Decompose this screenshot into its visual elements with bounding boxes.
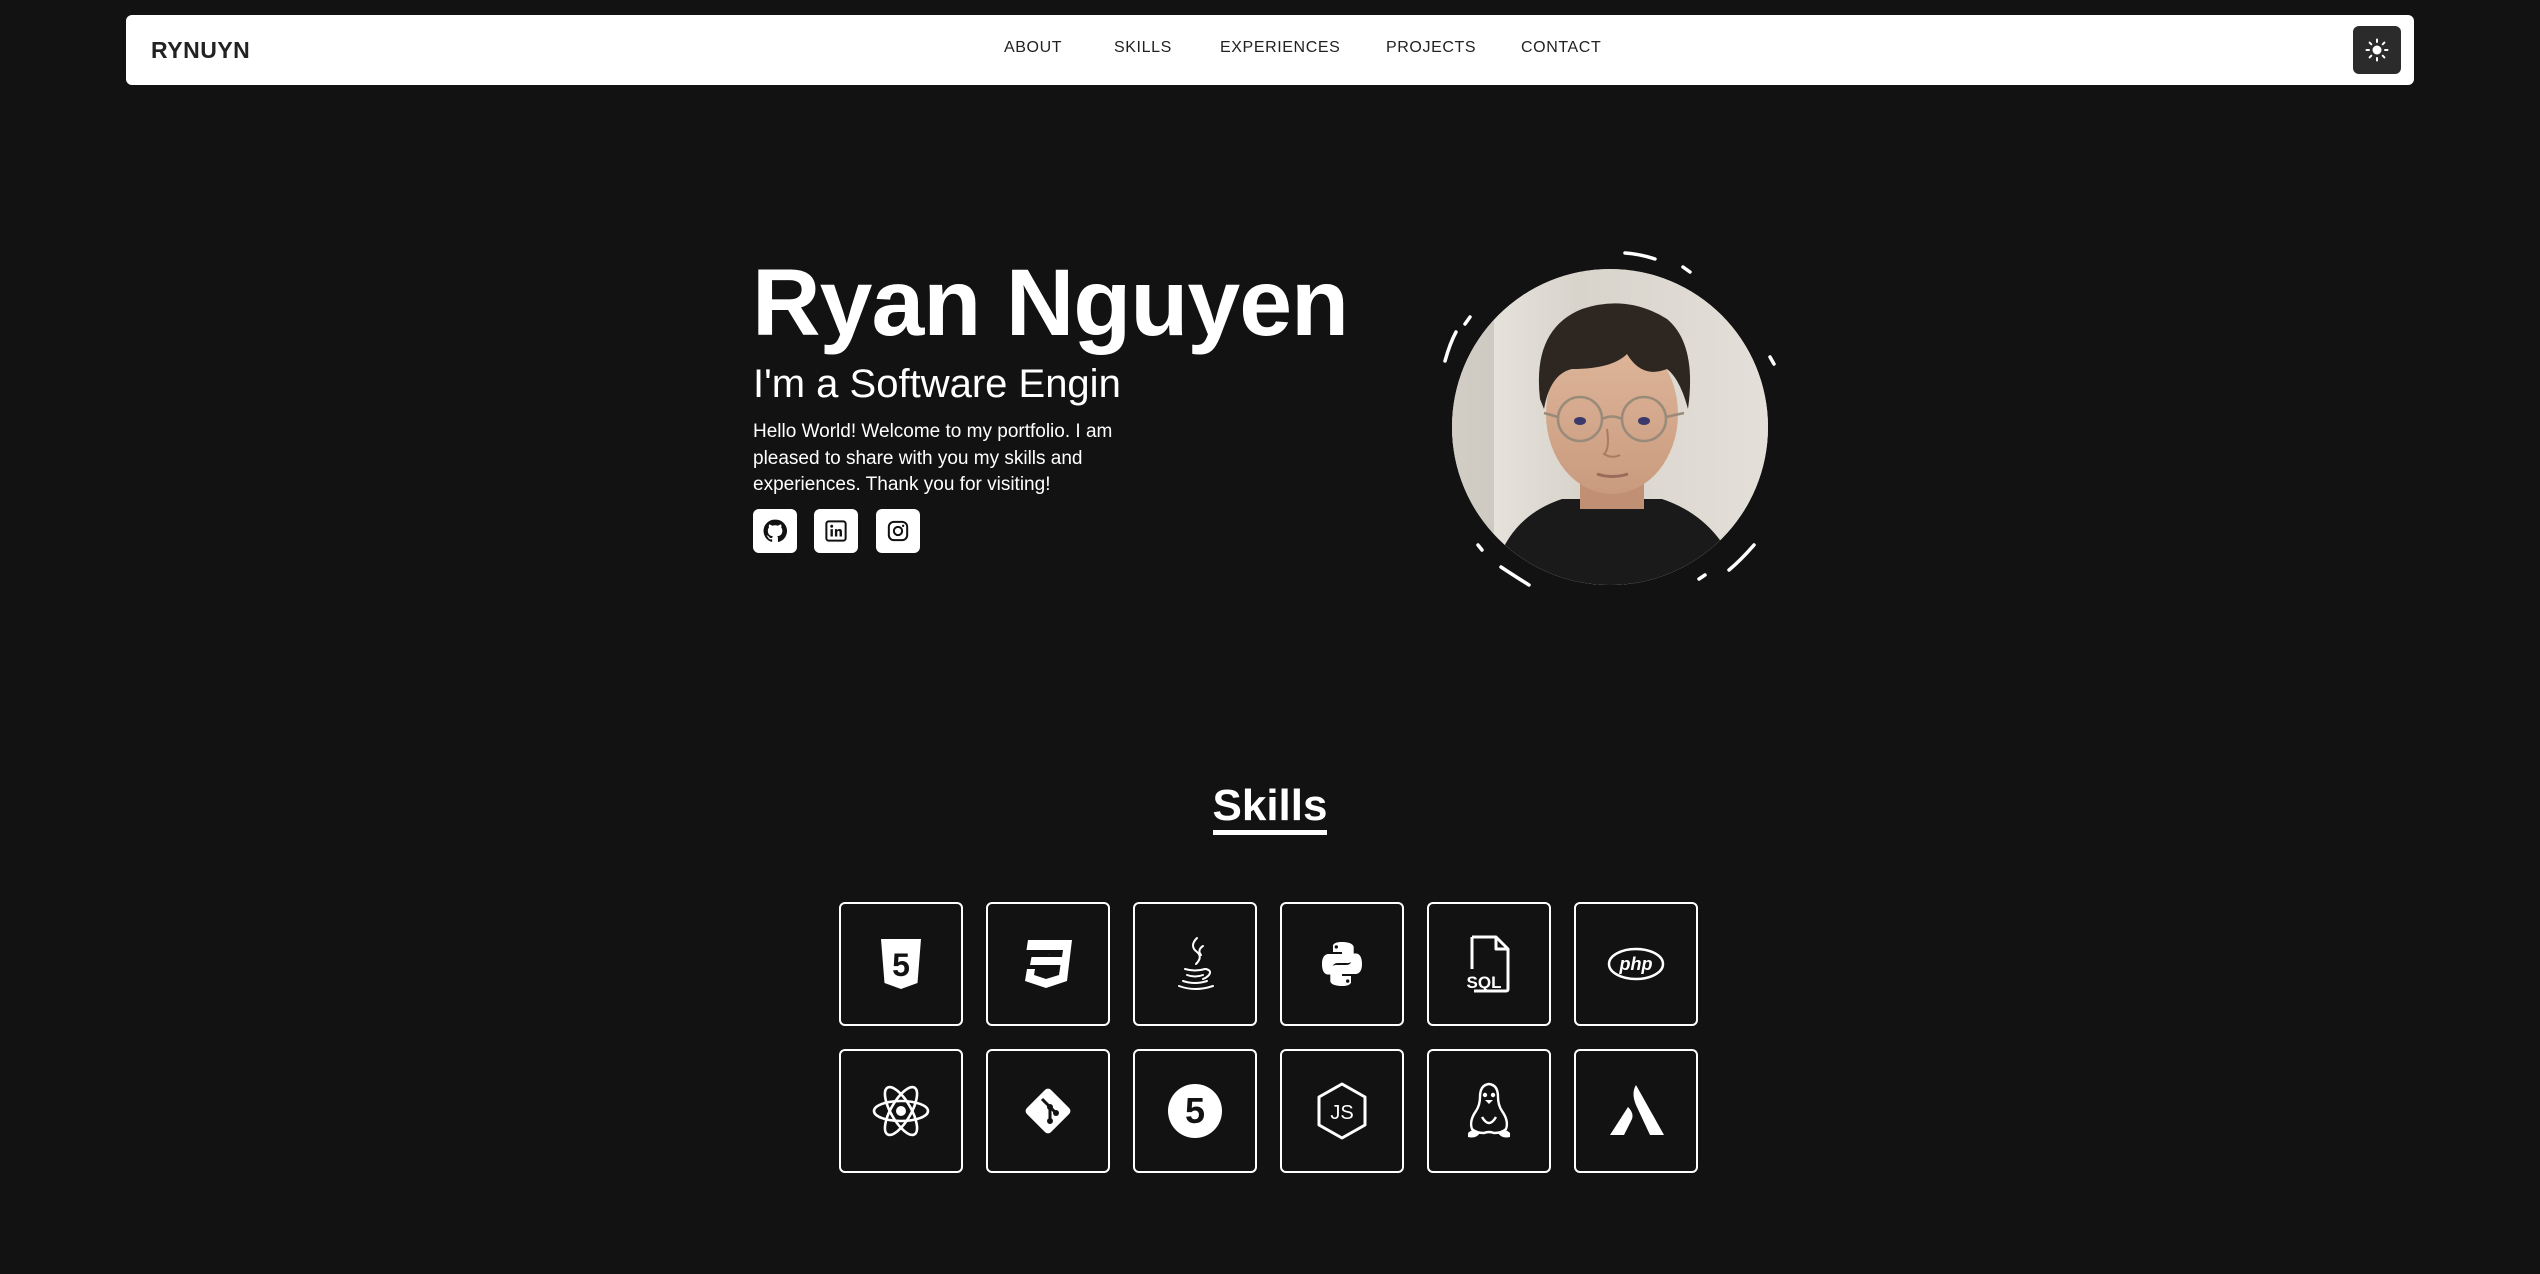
avatar [1452,269,1768,585]
css3-glyph: 3 [1049,954,1050,956]
skill-tile-java [1133,902,1257,1026]
skill-tile-git [986,1049,1110,1173]
php-label: php [1619,954,1653,974]
nav-link-contact[interactable]: CONTACT [1521,15,1601,85]
sun-icon [2365,38,2389,62]
linkedin-icon [825,520,847,542]
skills-heading-text: Skills [1212,781,1328,835]
github-icon [763,519,788,542]
atlassian-icon [1610,1085,1664,1135]
hero-intro: Hello World! Welcome to my portfolio. I … [753,421,1113,495]
avatar-container [1425,245,1785,595]
nav-links: ABOUT SKILLS EXPERIENCES PROJECTS CONTAC… [126,15,2414,85]
html5-icon: 5 [881,939,921,989]
skill-tile-atlassian [1574,1049,1698,1173]
skill-tile-react [839,1049,963,1173]
skill-tile-css3: 3 [986,902,1110,1026]
nuxt-five-icon: 5 [1168,1084,1222,1138]
linkedin-link[interactable] [814,509,858,553]
css3-icon: 3 [1025,940,1072,988]
instagram-icon [887,520,909,542]
sql-icon: SQL [1467,935,1510,993]
html5-glyph: 5 [892,947,910,983]
five-glyph: 5 [1185,1090,1205,1131]
theme-toggle-button[interactable] [2353,26,2401,74]
profile-photo [1452,269,1768,585]
skill-tile-sql: SQL [1427,902,1551,1026]
hero-name: Ryan Nguyen [752,250,1349,356]
sql-label: SQL [1467,973,1502,992]
nav-link-about[interactable]: ABOUT [1004,15,1062,85]
nav-link-experiences[interactable]: EXPERIENCES [1220,15,1340,85]
instagram-link[interactable] [876,509,920,553]
skill-tile-html5: 5 [839,902,963,1026]
skill-tile-linux [1427,1049,1551,1173]
git-icon [1025,1088,1071,1134]
github-link[interactable] [753,509,797,553]
skill-tile-five: 5 [1133,1049,1257,1173]
nodejs-label: JS [1330,1102,1353,1124]
navbar: RYNUYN ABOUT SKILLS EXPERIENCES PROJECTS… [126,15,2414,85]
skills-heading: Skills [0,776,2540,836]
skill-tile-nodejs: JS [1280,1049,1404,1173]
php-icon: php [1607,947,1665,981]
skills-grid: 5 3 SQL php 5 JS [839,902,1701,1175]
linux-icon [1468,1082,1510,1138]
skill-tile-php: php [1574,902,1698,1026]
skill-tile-python [1280,902,1404,1026]
nav-link-projects[interactable]: PROJECTS [1386,15,1476,85]
java-icon [1178,937,1214,990]
python-icon [1322,942,1362,986]
nodejs-icon: JS [1317,1082,1367,1140]
hero-role-typing: I'm a Software Engin [753,362,1121,406]
nav-link-skills[interactable]: SKILLS [1114,15,1172,85]
react-icon [872,1085,930,1137]
